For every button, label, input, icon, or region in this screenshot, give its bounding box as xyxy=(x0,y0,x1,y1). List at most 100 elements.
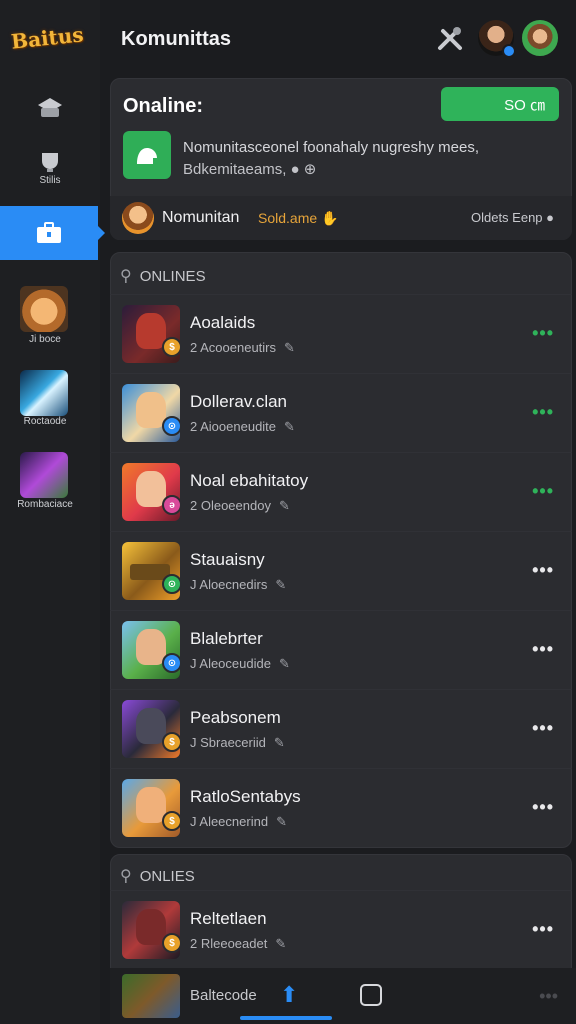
item-meta: 2 Aiooeneudite ✎ xyxy=(190,419,295,435)
member-count: J Aleecnerind xyxy=(190,814,269,829)
more-options-button[interactable]: ••• xyxy=(532,718,554,739)
item-meta: J Aleecnerind ✎ xyxy=(190,814,287,830)
list-item[interactable]: ⊙ Dollerav.clan 2 Aiooeneudite ✎ ••• xyxy=(110,373,572,452)
briefcase-icon xyxy=(37,222,61,243)
list-item[interactable]: $ Reltetlaen 2 Rleeoeadet ✎ ••• xyxy=(110,890,572,969)
list-item[interactable]: ⊙ Blalebrter J Aleoceudide ✎ ••• xyxy=(110,610,572,689)
upload-icon[interactable]: ⬆ xyxy=(280,982,298,1008)
page-title: Komunittas xyxy=(121,28,231,50)
notice-line: Bdkemitaeams, ● ⊕ xyxy=(183,161,317,178)
more-options-button[interactable]: ••• xyxy=(532,481,554,502)
game-label: Roctaode xyxy=(23,416,67,427)
item-meta: J Aleoceudide ✎ xyxy=(190,656,290,672)
item-name: Blalebrter xyxy=(190,629,263,648)
square-button-icon[interactable] xyxy=(360,984,382,1006)
member-count: 2 Oleoeendoy xyxy=(190,498,271,513)
trophy-icon xyxy=(42,152,58,172)
rail-item-stats[interactable]: Stilis xyxy=(0,148,100,188)
edit-icon: ✎ xyxy=(284,340,295,355)
edit-icon: ✎ xyxy=(284,419,295,434)
member-count: J Aleoceudide xyxy=(190,656,271,671)
item-name: Noal ebahitatoy xyxy=(190,471,309,490)
notice-line: Nomunitasceonel foonahaly nugreshy mees, xyxy=(183,139,480,156)
rail-item-communities[interactable] xyxy=(0,206,105,260)
more-options-button[interactable]: ••• xyxy=(532,639,554,660)
user-state: Sold.ame ✋ xyxy=(258,210,339,226)
game-thumbnail[interactable] xyxy=(122,974,180,1018)
status-detail[interactable]: Oldets Eenp ● xyxy=(471,210,554,225)
link-icon: ⚲ xyxy=(120,268,132,285)
game-label: Ji boce xyxy=(29,334,61,345)
more-icon[interactable]: ••• xyxy=(539,986,558,1007)
more-options-button[interactable]: ••• xyxy=(532,402,554,423)
user-name: Nomunitan xyxy=(162,209,240,226)
status-badge: $ xyxy=(162,811,182,831)
section-label: ONLINES xyxy=(139,267,206,285)
edit-icon: ✎ xyxy=(273,735,285,750)
edit-icon: ✎ xyxy=(276,814,287,829)
rail-item-games[interactable] xyxy=(0,88,100,128)
app-logo[interactable]: Baitus xyxy=(10,10,85,66)
item-name: Peabsonem xyxy=(190,708,281,727)
list-item[interactable]: $ RatloSentabys J Aleecnerind ✎ ••• xyxy=(110,768,572,847)
user-avatar xyxy=(122,202,154,234)
section-header: ⚲ ONLIES xyxy=(120,866,195,886)
avatar-user-1[interactable] xyxy=(478,20,516,58)
item-name: Aoalaids xyxy=(190,313,256,332)
edit-icon: ✎ xyxy=(275,936,287,951)
verified-badge-icon xyxy=(502,44,516,58)
status-badge: ⊙ xyxy=(162,653,182,673)
edit-icon: ✎ xyxy=(278,656,290,671)
list-item[interactable]: $ Aoalaids 2 Acooeneutirs ✎ ••• xyxy=(110,294,572,373)
item-meta: 2 Oleoeendoy ✎ xyxy=(190,498,290,514)
item-meta: J Aloecnedirs ✎ xyxy=(190,577,286,593)
community-notice-icon xyxy=(123,131,171,179)
status-badge: $ xyxy=(162,732,182,752)
section-label: ONLIES xyxy=(139,867,195,885)
game-label: Rombaciace xyxy=(17,499,73,510)
item-meta: 2 Acooeneutirs ✎ xyxy=(190,340,295,356)
list-item[interactable]: ⊙ Stauaisny J Aloecnedirs ✎ ••• xyxy=(110,531,572,610)
more-options-button[interactable]: ••• xyxy=(532,323,554,344)
item-name: RatloSentabys xyxy=(190,787,301,806)
member-count: 2 Aiooeneudite xyxy=(190,419,277,434)
logo-text: Baitus xyxy=(9,22,85,54)
game-tile-sword[interactable] xyxy=(20,370,68,416)
list-item[interactable]: $ Peabsonem J Sbraeceriid ✎ ••• xyxy=(110,689,572,768)
status-badge: ⊙ xyxy=(162,416,182,436)
item-name: Stauaisny xyxy=(190,550,265,569)
more-options-button[interactable]: ••• xyxy=(532,919,554,940)
more-options-button[interactable]: ••• xyxy=(532,797,554,818)
edit-icon: ✎ xyxy=(278,498,290,513)
tools-icon[interactable] xyxy=(432,20,468,56)
status-badge: ⊙ xyxy=(162,574,182,594)
rail-item-label: Stilis xyxy=(39,174,61,186)
member-count: 2 Rleeoeadet xyxy=(190,936,268,951)
item-meta: J Sbraeceriid ✎ xyxy=(190,735,285,751)
current-user-status[interactable]: Nomunitan Sold.ame ✋ Oldets Eenp ● xyxy=(110,196,572,240)
online-action-button[interactable]: SO ㎝ xyxy=(441,87,559,121)
item-name: Reltetlaen xyxy=(190,909,267,928)
avatar-user-2[interactable] xyxy=(522,20,558,56)
community-notice: Nomunitasceonel foonahaly nugreshy mees,… xyxy=(183,137,479,181)
controller-icon xyxy=(38,98,62,117)
link-icon: ⚲ xyxy=(120,868,132,885)
game-tile-magic[interactable] xyxy=(20,452,68,498)
bottom-bar: Baltecode ⬆ ••• xyxy=(110,968,576,1024)
status-badge: $ xyxy=(162,933,182,953)
status-badge: $ xyxy=(162,337,182,357)
item-name: Dollerav.clan xyxy=(190,392,288,411)
active-tab-indicator xyxy=(240,1016,332,1020)
game-tile-cat[interactable] xyxy=(20,286,68,332)
more-options-button[interactable]: ••• xyxy=(532,560,554,581)
status-badge: ə xyxy=(162,495,182,515)
list-item[interactable]: ə Noal ebahitatoy 2 Oleoeendoy ✎ ••• xyxy=(110,452,572,531)
member-count: J Aloecnedirs xyxy=(190,577,268,592)
item-meta: 2 Rleeoeadet ✎ xyxy=(190,936,286,952)
bottom-label: Baltecode xyxy=(190,987,257,1004)
member-count: 2 Acooeneutirs xyxy=(190,340,277,355)
section-header: ⚲ ONLINES xyxy=(120,266,206,286)
online-title: Onaline: xyxy=(123,95,204,117)
side-navigation: Baitus Stilis Ji boce Roctaode Rombaciac… xyxy=(0,0,105,1024)
edit-icon: ✎ xyxy=(275,577,287,592)
